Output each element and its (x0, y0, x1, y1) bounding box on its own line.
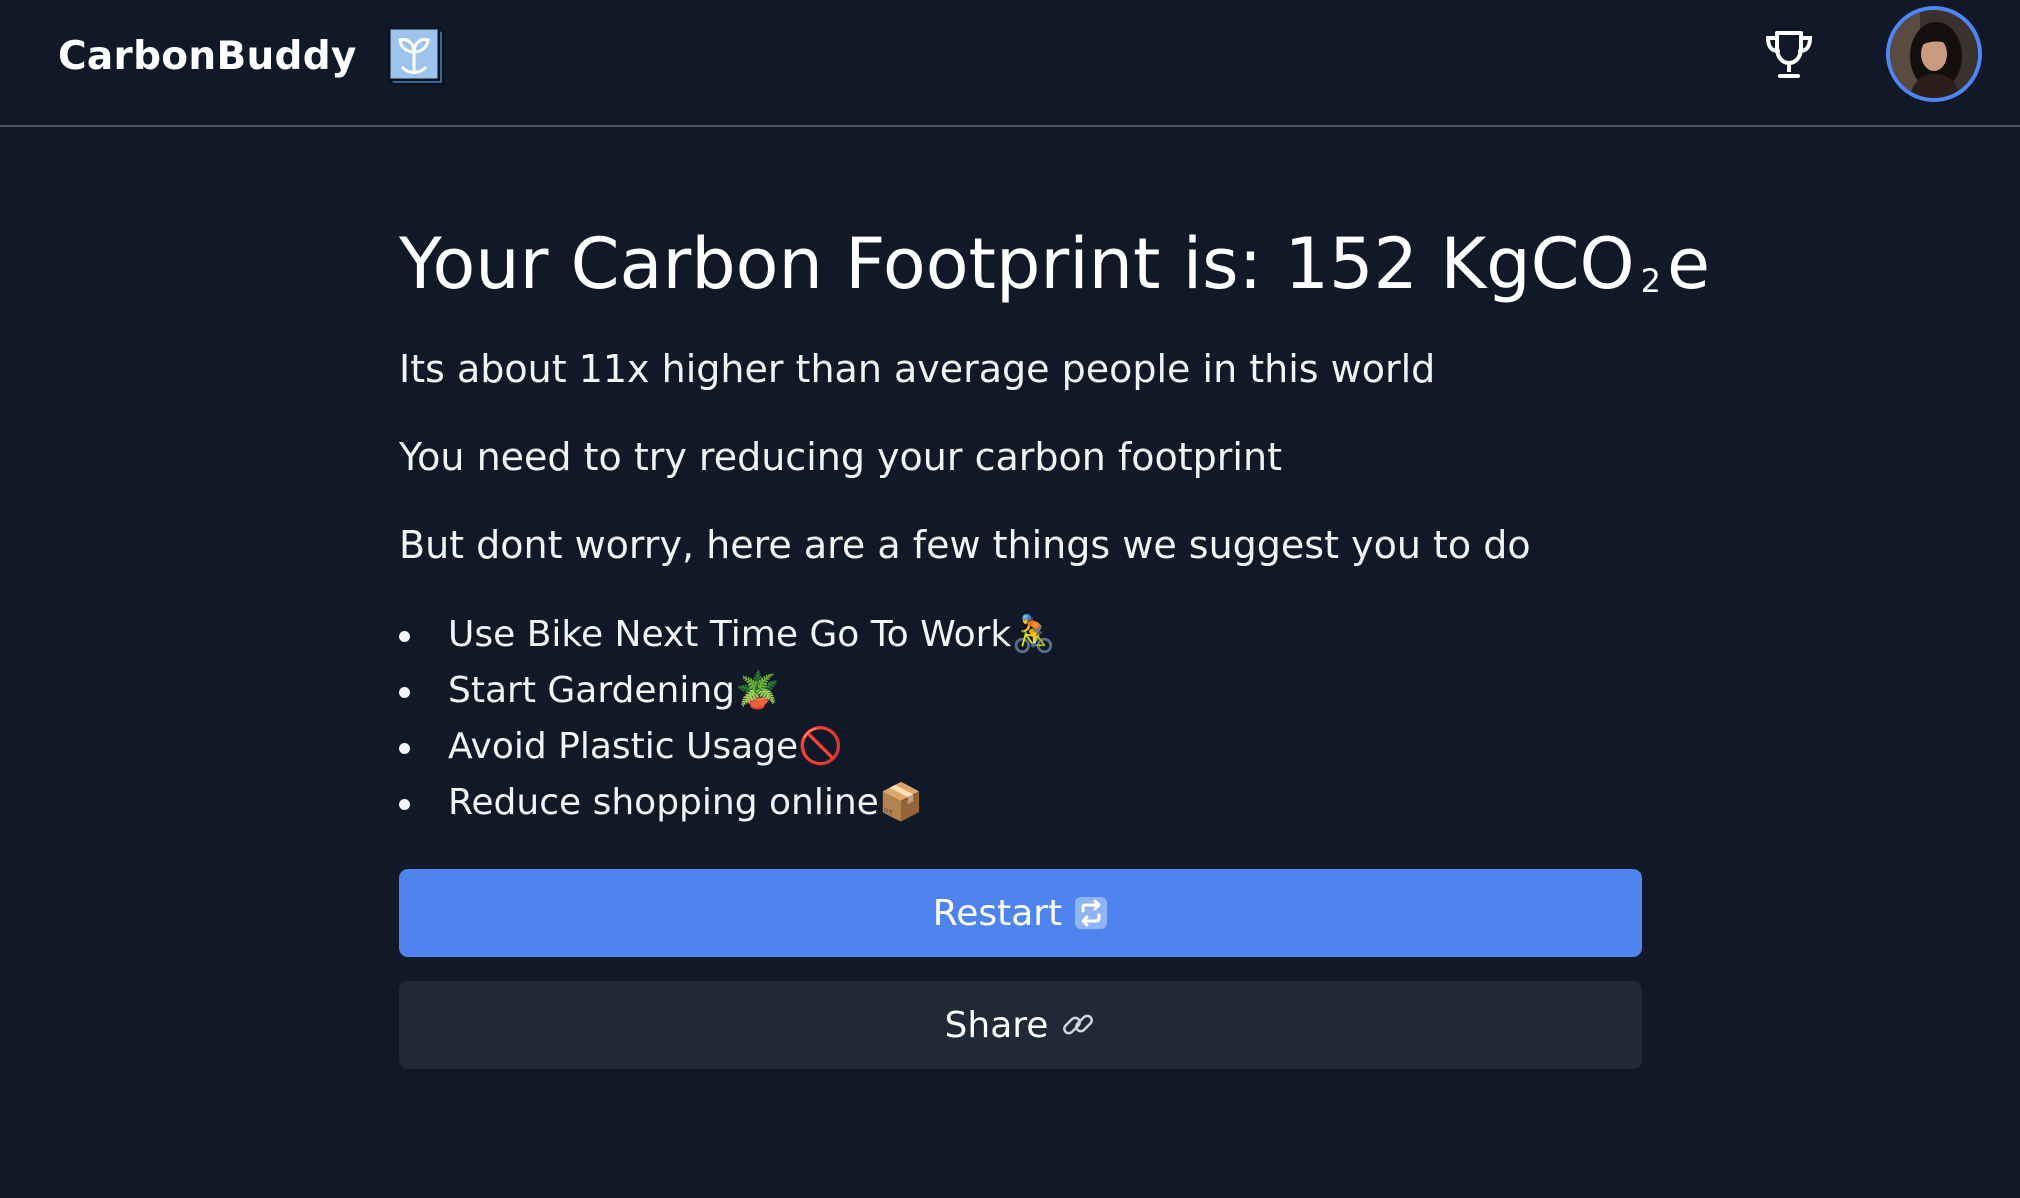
user-avatar[interactable] (1886, 6, 1982, 102)
trophy-icon[interactable] (1762, 28, 1816, 82)
list-item: Start Gardening🪴 (399, 663, 1642, 719)
prohibited-icon: 🚫 (798, 726, 844, 767)
brand-name: CarbonBuddy (58, 33, 357, 79)
suggestion-text: Start Gardening (448, 670, 735, 711)
suggestion-text: Reduce shopping online (448, 782, 879, 823)
advice-text: You need to try reducing your carbon foo… (399, 435, 1282, 479)
result-panel: Your Carbon Footprint is: 152 KgCO 2e Its… (399, 218, 1710, 1069)
top-navbar: CarbonBuddy (0, 0, 2020, 127)
headline-suffix: e (1667, 223, 1711, 305)
suggestion-text: Avoid Plastic Usage (448, 726, 799, 767)
headline-prefix: Your Carbon Footprint is: 152 KgCO (399, 223, 1635, 305)
restart-label: Restart (932, 892, 1063, 934)
restart-button[interactable]: Restart (399, 869, 1642, 957)
repeat-icon (1074, 896, 1108, 930)
share-label: Share (944, 1004, 1049, 1046)
suggestion-intro: But dont worry, here are a few things we… (399, 523, 1531, 567)
sprout-box-icon (379, 24, 445, 88)
plant-icon: 🪴 (735, 670, 780, 711)
link-icon (1060, 1007, 1096, 1043)
suggestion-text: Use Bike Next Time Go To Work (448, 614, 1012, 655)
package-icon: 📦 (878, 782, 924, 823)
list-item: Use Bike Next Time Go To Work🚴 (399, 607, 1642, 663)
list-item: Reduce shopping online📦 (399, 775, 1642, 831)
footprint-headline: Your Carbon Footprint is: 152 KgCO 2e (399, 218, 1710, 323)
share-button[interactable]: Share (399, 981, 1642, 1069)
bike-icon: 🚴 (1011, 614, 1057, 655)
suggestion-list: Use Bike Next Time Go To Work🚴 Start Gar… (399, 607, 1642, 831)
list-item: Avoid Plastic Usage🚫 (399, 719, 1642, 775)
comparison-text: Its about 11x higher than average people… (399, 347, 1436, 391)
brand[interactable]: CarbonBuddy (58, 22, 445, 90)
headline-subscript: 2 (1640, 262, 1661, 300)
